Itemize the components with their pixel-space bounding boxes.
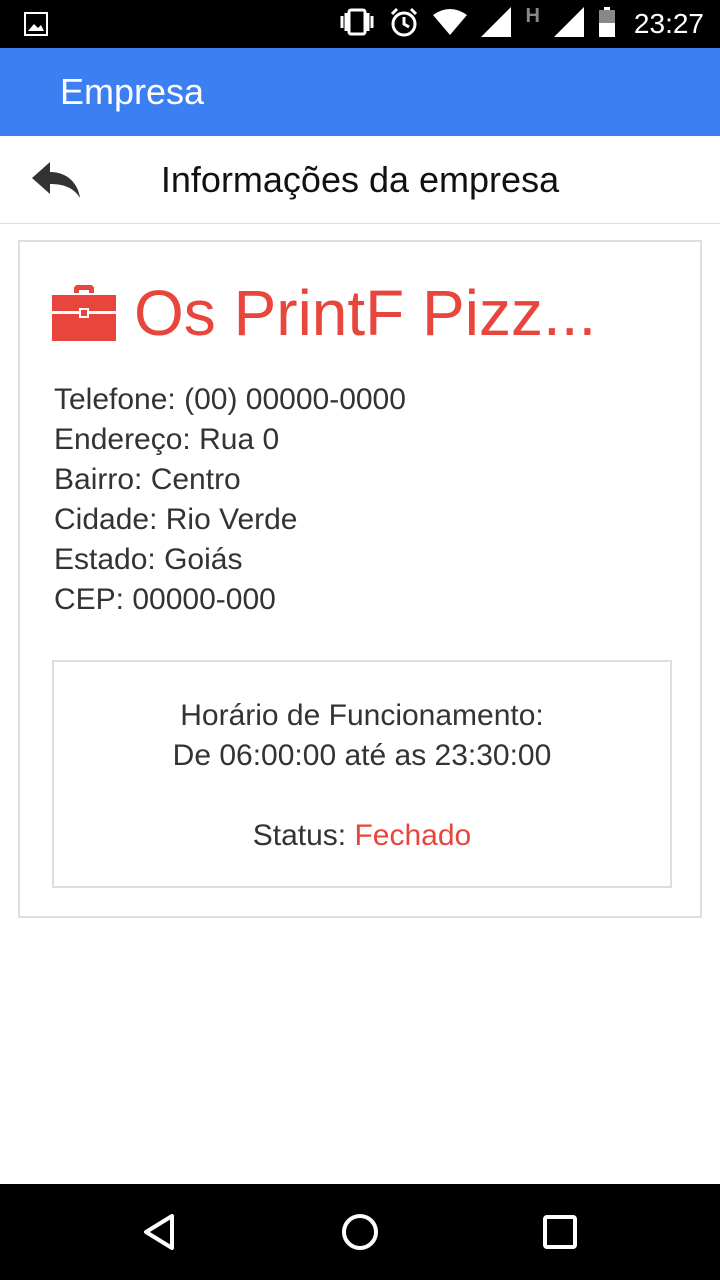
phone-text: Telefone: (00) 00000-0000 (54, 383, 406, 416)
status-label: Status: (252, 819, 347, 852)
recents-square-icon (543, 1215, 577, 1249)
status-bar: H 23:27 (0, 0, 720, 48)
address-text: Endereço: Rua 0 (54, 423, 280, 456)
back-triangle-icon (144, 1214, 174, 1250)
signal-icon (481, 6, 512, 42)
page-title: Informações da empresa (160, 159, 560, 200)
nav-home-button[interactable] (336, 1208, 384, 1256)
state-text: Estado: Goiás (54, 543, 243, 576)
briefcase-icon (52, 285, 116, 341)
app-title: Empresa (60, 71, 205, 112)
company-heading: Os PrintF Pizz... (52, 276, 596, 350)
nav-recents-button[interactable] (536, 1208, 584, 1256)
clock: 23:27 (633, 8, 704, 39)
signal-icon (553, 6, 584, 42)
alarm-icon (389, 7, 419, 42)
system-nav-bar (0, 1184, 720, 1280)
wifi-icon (433, 8, 468, 40)
image-icon (24, 12, 48, 41)
company-name: Os PrintF Pizz... (134, 277, 597, 349)
nav-back-button[interactable] (136, 1208, 184, 1256)
status-line: Status: Fechado (54, 816, 670, 856)
zip-code-text: CEP: 00000-000 (54, 583, 276, 616)
battery-icon (598, 6, 616, 42)
home-circle-icon (342, 1214, 378, 1250)
neighborhood-text: Bairro: Centro (54, 463, 241, 496)
opening-hours-box: Horário de Funcionamento: De 06:00:00 at… (52, 660, 672, 888)
company-details: Telefone: (00) 00000-0000 Endereço: Rua … (54, 380, 406, 620)
page-header: Informações da empresa (0, 136, 720, 224)
city-text: Cidade: Rio Verde (54, 503, 298, 536)
status-badge: Fechado (354, 819, 472, 852)
vibrate-icon (339, 8, 375, 41)
opening-hours-label: Horário de Funcionamento: (180, 699, 544, 732)
network-type-label: H (525, 4, 540, 27)
company-card: Os PrintF Pizz... Telefone: (00) 00000-0… (18, 240, 702, 918)
opening-hours-value: De 06:00:00 até as 23:30:00 (172, 739, 552, 772)
app-bar: Empresa (0, 48, 720, 136)
